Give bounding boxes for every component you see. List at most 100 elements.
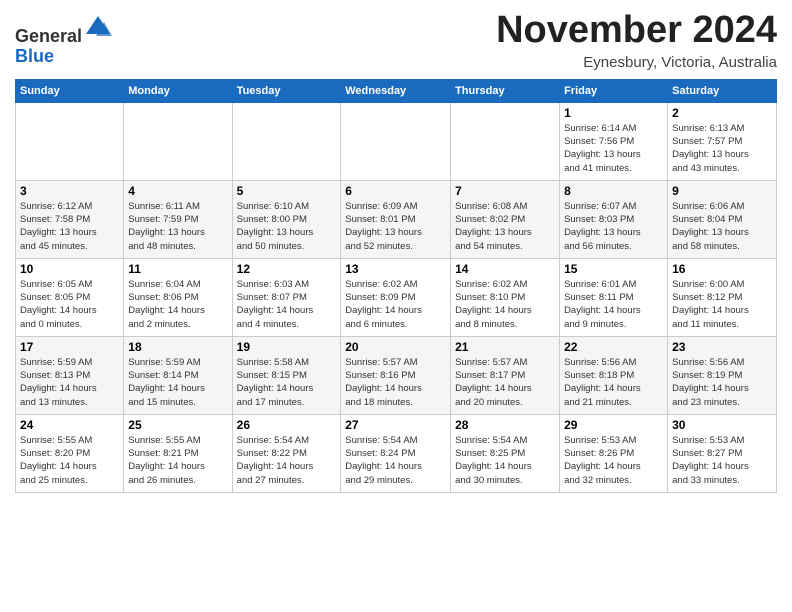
- day-number: 6: [345, 184, 446, 198]
- day-number: 18: [128, 340, 227, 354]
- day-number: 29: [564, 418, 663, 432]
- day-cell: 21Sunrise: 5:57 AM Sunset: 8:17 PM Dayli…: [451, 336, 560, 414]
- title-block: November 2024 Eynesbury, Victoria, Austr…: [496, 10, 777, 71]
- day-header-friday: Friday: [560, 79, 668, 102]
- month-title: November 2024: [496, 10, 777, 52]
- day-detail: Sunrise: 6:10 AM Sunset: 8:00 PM Dayligh…: [237, 200, 337, 253]
- day-cell: 26 Sunrise: 5:54 AM Sunset: 8:22 PM Dayli…: [232, 414, 341, 492]
- day-detail: Sunrise: 5:56 AM Sunset: 8:18 PM Dayligh…: [564, 356, 663, 409]
- subtitle: Eynesbury, Victoria, Australia: [496, 54, 777, 71]
- day-detail: Sunrise: 5:57 AM Sunset: 8:16 PM Dayligh…: [345, 356, 446, 409]
- day-cell: 23Sunrise: 5:56 AM Sunset: 8:19 PM Dayli…: [668, 336, 777, 414]
- day-detail: Sunrise: 5:58 AM Sunset: 8:15 PM Dayligh…: [237, 356, 337, 409]
- day-cell: 8Sunrise: 6:07 AM Sunset: 8:03 PM Daylig…: [560, 180, 668, 258]
- day-detail: Sunrise: 5:53 AM Sunset: 8:26 PM Dayligh…: [564, 434, 663, 487]
- day-number: 25: [128, 418, 227, 432]
- day-number: 17: [20, 340, 119, 354]
- logo: General Blue: [15, 14, 112, 67]
- day-detail: Sunrise: 5:59 AM Sunset: 8:14 PM Dayligh…: [128, 356, 227, 409]
- day-cell: 28Sunrise: 5:54 AM Sunset: 8:25 PM Dayli…: [451, 414, 560, 492]
- day-number: 20: [345, 340, 446, 354]
- day-header-tuesday: Tuesday: [232, 79, 341, 102]
- day-detail: Sunrise: 6:05 AM Sunset: 8:05 PM Dayligh…: [20, 278, 119, 331]
- day-cell: [124, 102, 232, 180]
- day-detail: Sunrise: 5:55 AM Sunset: 8:20 PM Dayligh…: [20, 434, 119, 487]
- day-cell: 14 Sunrise: 6:02 AM Sunset: 8:10 PM Dayli…: [451, 258, 560, 336]
- day-detail: Sunrise: 5:54 AM Sunset: 8:25 PM Dayligh…: [455, 434, 555, 487]
- day-number: 7: [455, 184, 555, 198]
- day-header-sunday: Sunday: [16, 79, 124, 102]
- day-cell: 22 Sunrise: 5:56 AM Sunset: 8:18 PM Dayli…: [560, 336, 668, 414]
- week-row-5: 24 Sunrise: 5:55 AM Sunset: 8:20 PM Dayli…: [16, 414, 777, 492]
- day-detail: Sunrise: 6:01 AM Sunset: 8:11 PM Dayligh…: [564, 278, 663, 331]
- day-cell: 25 Sunrise: 5:55 AM Sunset: 8:21 PM Dayli…: [124, 414, 232, 492]
- day-cell: [16, 102, 124, 180]
- day-cell: 15 Sunrise: 6:01 AM Sunset: 8:11 PM Dayli…: [560, 258, 668, 336]
- day-number: 2: [672, 106, 772, 120]
- day-number: 26: [237, 418, 337, 432]
- day-detail: Sunrise: 6:04 AM Sunset: 8:06 PM Dayligh…: [128, 278, 227, 331]
- day-cell: 3Sunrise: 6:12 AM Sunset: 7:58 PM Daylig…: [16, 180, 124, 258]
- day-number: 21: [455, 340, 555, 354]
- day-number: 4: [128, 184, 227, 198]
- day-detail: Sunrise: 5:56 AM Sunset: 8:19 PM Dayligh…: [672, 356, 772, 409]
- day-cell: 7 Sunrise: 6:08 AM Sunset: 8:02 PM Daylig…: [451, 180, 560, 258]
- day-number: 24: [20, 418, 119, 432]
- day-cell: 2 Sunrise: 6:13 AM Sunset: 7:57 PM Daylig…: [668, 102, 777, 180]
- header: General Blue November 2024 Eynesbury, Vi…: [15, 10, 777, 71]
- day-cell: 12 Sunrise: 6:03 AM Sunset: 8:07 PM Dayli…: [232, 258, 341, 336]
- day-cell: 9 Sunrise: 6:06 AM Sunset: 8:04 PM Daylig…: [668, 180, 777, 258]
- day-detail: Sunrise: 5:54 AM Sunset: 8:22 PM Dayligh…: [237, 434, 337, 487]
- day-detail: Sunrise: 6:07 AM Sunset: 8:03 PM Dayligh…: [564, 200, 663, 253]
- page: General Blue November 2024 Eynesbury, Vi…: [0, 0, 792, 503]
- day-detail: Sunrise: 6:03 AM Sunset: 8:07 PM Dayligh…: [237, 278, 337, 331]
- day-cell: 4 Sunrise: 6:11 AM Sunset: 7:59 PM Daylig…: [124, 180, 232, 258]
- day-number: 30: [672, 418, 772, 432]
- day-header-thursday: Thursday: [451, 79, 560, 102]
- day-detail: Sunrise: 6:14 AM Sunset: 7:56 PM Dayligh…: [564, 122, 663, 175]
- day-cell: 18 Sunrise: 5:59 AM Sunset: 8:14 PM Dayli…: [124, 336, 232, 414]
- day-cell: 27Sunrise: 5:54 AM Sunset: 8:24 PM Dayli…: [341, 414, 451, 492]
- day-number: 14: [455, 262, 555, 276]
- day-detail: Sunrise: 6:11 AM Sunset: 7:59 PM Dayligh…: [128, 200, 227, 253]
- day-number: 11: [128, 262, 227, 276]
- day-detail: Sunrise: 6:13 AM Sunset: 7:57 PM Dayligh…: [672, 122, 772, 175]
- day-cell: 24 Sunrise: 5:55 AM Sunset: 8:20 PM Dayli…: [16, 414, 124, 492]
- day-number: 13: [345, 262, 446, 276]
- day-detail: Sunrise: 6:08 AM Sunset: 8:02 PM Dayligh…: [455, 200, 555, 253]
- day-detail: Sunrise: 5:59 AM Sunset: 8:13 PM Dayligh…: [20, 356, 119, 409]
- calendar-table: SundayMondayTuesdayWednesdayThursdayFrid…: [15, 79, 777, 493]
- logo-blue: Blue: [15, 46, 54, 66]
- day-cell: 30 Sunrise: 5:53 AM Sunset: 8:27 PM Dayli…: [668, 414, 777, 492]
- logo-icon: [84, 14, 112, 42]
- logo-general: General: [15, 26, 82, 46]
- day-cell: 5Sunrise: 6:10 AM Sunset: 8:00 PM Daylig…: [232, 180, 341, 258]
- day-detail: Sunrise: 5:54 AM Sunset: 8:24 PM Dayligh…: [345, 434, 446, 487]
- week-row-1: 1 Sunrise: 6:14 AM Sunset: 7:56 PM Daylig…: [16, 102, 777, 180]
- day-number: 16: [672, 262, 772, 276]
- day-cell: 1 Sunrise: 6:14 AM Sunset: 7:56 PM Daylig…: [560, 102, 668, 180]
- day-detail: Sunrise: 6:02 AM Sunset: 8:10 PM Dayligh…: [455, 278, 555, 331]
- day-number: 9: [672, 184, 772, 198]
- day-cell: [451, 102, 560, 180]
- day-detail: Sunrise: 5:53 AM Sunset: 8:27 PM Dayligh…: [672, 434, 772, 487]
- day-cell: 6 Sunrise: 6:09 AM Sunset: 8:01 PM Daylig…: [341, 180, 451, 258]
- day-header-saturday: Saturday: [668, 79, 777, 102]
- day-number: 15: [564, 262, 663, 276]
- day-detail: Sunrise: 5:55 AM Sunset: 8:21 PM Dayligh…: [128, 434, 227, 487]
- day-cell: 13 Sunrise: 6:02 AM Sunset: 8:09 PM Dayli…: [341, 258, 451, 336]
- day-cell: [232, 102, 341, 180]
- day-number: 12: [237, 262, 337, 276]
- week-row-2: 3Sunrise: 6:12 AM Sunset: 7:58 PM Daylig…: [16, 180, 777, 258]
- header-row: SundayMondayTuesdayWednesdayThursdayFrid…: [16, 79, 777, 102]
- day-number: 22: [564, 340, 663, 354]
- day-header-monday: Monday: [124, 79, 232, 102]
- week-row-3: 10Sunrise: 6:05 AM Sunset: 8:05 PM Dayli…: [16, 258, 777, 336]
- day-detail: Sunrise: 6:06 AM Sunset: 8:04 PM Dayligh…: [672, 200, 772, 253]
- day-number: 1: [564, 106, 663, 120]
- day-cell: 20 Sunrise: 5:57 AM Sunset: 8:16 PM Dayli…: [341, 336, 451, 414]
- day-detail: Sunrise: 6:02 AM Sunset: 8:09 PM Dayligh…: [345, 278, 446, 331]
- day-cell: [341, 102, 451, 180]
- day-cell: 17 Sunrise: 5:59 AM Sunset: 8:13 PM Dayli…: [16, 336, 124, 414]
- day-detail: Sunrise: 6:09 AM Sunset: 8:01 PM Dayligh…: [345, 200, 446, 253]
